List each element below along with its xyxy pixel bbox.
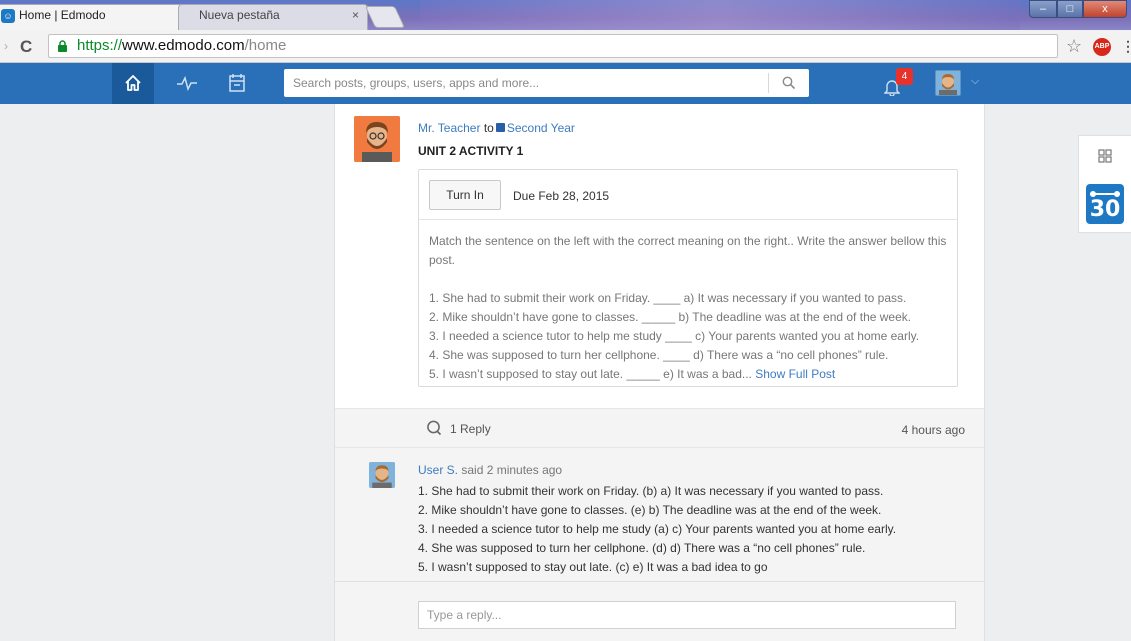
calendar-day: 30 — [1089, 197, 1121, 222]
search-box — [284, 69, 809, 97]
home-icon — [125, 75, 141, 91]
url-path: /home — [244, 37, 287, 54]
search-input[interactable] — [284, 69, 768, 97]
comment-line: 1. She had to submit their work on Frida… — [418, 484, 884, 498]
minimize-button[interactable]: – — [1029, 0, 1057, 18]
assignment-instructions: Match the sentence on the left with the … — [429, 234, 947, 267]
calendar-icon[interactable]: 30 — [1085, 181, 1125, 225]
close-window-button[interactable]: x — [1083, 0, 1127, 18]
nav-home-button[interactable] — [112, 63, 154, 104]
assignment-card: Turn In Due Feb 28, 2015 Match the sente… — [418, 169, 958, 387]
comment-line: 2. Mike shouldn’t have gone to classes. … — [418, 503, 882, 517]
post-timestamp: 4 hours ago — [901, 423, 965, 437]
comments-section: User S. said 2 minutes ago 1. She had to… — [335, 448, 984, 641]
assignment-line: 2. Mike shouldn’t have gone to classes. … — [429, 310, 912, 324]
due-date: Due Feb 28, 2015 — [513, 189, 610, 203]
assignment-header: Turn In Due Feb 28, 2015 — [419, 170, 957, 220]
comment-bubble-icon — [427, 420, 442, 436]
reply-count-link[interactable]: 1 Reply — [450, 422, 491, 436]
browser-toolbar: › C https://www.edmodo.com/home ☆ ABP ⋮ — [0, 30, 1131, 63]
assignment-line: 4. She was supposed to turn her cellphon… — [429, 348, 889, 362]
search-icon — [782, 76, 796, 90]
maximize-button[interactable]: □ — [1057, 0, 1083, 18]
url-host: www.edmodo.com — [122, 37, 245, 54]
window-controls: – □ x — [1029, 0, 1127, 18]
edmodo-favicon-icon: ☺ — [1, 9, 15, 23]
teacher-avatar-icon — [354, 116, 400, 162]
notifications-button[interactable]: 4 — [880, 68, 920, 100]
notification-badge: 4 — [896, 68, 913, 85]
tab-edmodo-home[interactable]: ☺ Home | Edmodo × — [0, 4, 194, 30]
assignment-line: 1. She had to submit their work on Frida… — [429, 291, 907, 305]
reply-input[interactable] — [418, 601, 956, 629]
lock-icon — [58, 40, 67, 52]
nav-activity-button[interactable] — [170, 63, 206, 104]
tab-new-tab[interactable]: Nueva pestaña × — [178, 4, 368, 30]
reply-bar: 1 Reply 4 hours ago — [335, 408, 984, 448]
comment-body: 1. She had to submit their work on Frida… — [418, 482, 896, 577]
tab-close-icon[interactable]: × — [352, 8, 359, 22]
post-author-link[interactable]: Mr. Teacher — [418, 121, 480, 135]
comment-line: 5. I wasn’t supposed to stay out late. (… — [418, 560, 768, 574]
comment-header: User S. said 2 minutes ago — [418, 463, 562, 477]
browser-tabstrip: ☺ Home | Edmodo × Nueva pestaña × – □ x — [0, 0, 1131, 30]
assignment-body: Match the sentence on the left with the … — [429, 232, 949, 384]
turn-in-button[interactable]: Turn In — [429, 180, 501, 210]
comment-line: 4. She was supposed to turn her cellphon… — [418, 541, 866, 555]
tabstrip-background — [420, 0, 1020, 30]
apps-grid-icon[interactable] — [1098, 149, 1112, 163]
url-scheme: https:// — [77, 37, 123, 54]
assignment-line: 5. I wasn’t supposed to stay out late. _… — [429, 367, 752, 381]
post-header: Mr. Teacher to Second Year — [418, 121, 575, 135]
search-button[interactable] — [769, 69, 809, 97]
post-title: UNIT 2 ACTIVITY 1 — [418, 144, 524, 158]
tab-title: Nueva pestaña — [199, 8, 280, 22]
post-to-label: to — [483, 121, 494, 135]
new-tab-button[interactable] — [364, 6, 406, 28]
planner-icon — [229, 74, 245, 92]
nav-planner-button[interactable] — [220, 63, 256, 104]
group-icon — [495, 123, 505, 132]
comment-divider — [335, 581, 984, 582]
comment-line: 3. I needed a science tutor to help me s… — [418, 522, 897, 536]
activity-icon — [177, 75, 197, 91]
chevron-down-icon[interactable]: ⌵ — [971, 75, 979, 88]
post-card: Mr. Teacher to Second Year UNIT 2 ACTIVIT… — [334, 104, 985, 641]
right-dock: 30 — [1078, 135, 1131, 233]
adblock-icon[interactable]: ABP — [1093, 38, 1111, 56]
comment-timestamp: said 2 minutes ago — [461, 463, 563, 477]
show-full-post-link[interactable]: Show Full Post — [755, 367, 835, 381]
user-avatar-button[interactable] — [935, 70, 961, 96]
bookmark-star-icon[interactable]: ☆ — [1066, 36, 1082, 57]
commenter-avatar[interactable] — [369, 462, 395, 488]
comment-author-link[interactable]: User S. — [418, 463, 458, 477]
assignment-line: 3. I needed a science tutor to help me s… — [429, 329, 920, 343]
teacher-avatar[interactable] — [354, 116, 400, 162]
address-bar[interactable]: https://www.edmodo.com/home — [48, 34, 1058, 58]
commenter-avatar-icon — [369, 462, 395, 488]
post-group-link[interactable]: Second Year — [507, 121, 575, 135]
edmodo-navbar: 4 — [0, 63, 1131, 104]
back-arrow-icon[interactable]: › — [4, 39, 8, 53]
browser-menu-icon[interactable]: ⋮ — [1121, 38, 1131, 55]
reload-icon[interactable]: C — [20, 37, 32, 57]
tab-title: Home | Edmodo — [19, 8, 106, 22]
user-avatar-icon — [936, 71, 960, 95]
